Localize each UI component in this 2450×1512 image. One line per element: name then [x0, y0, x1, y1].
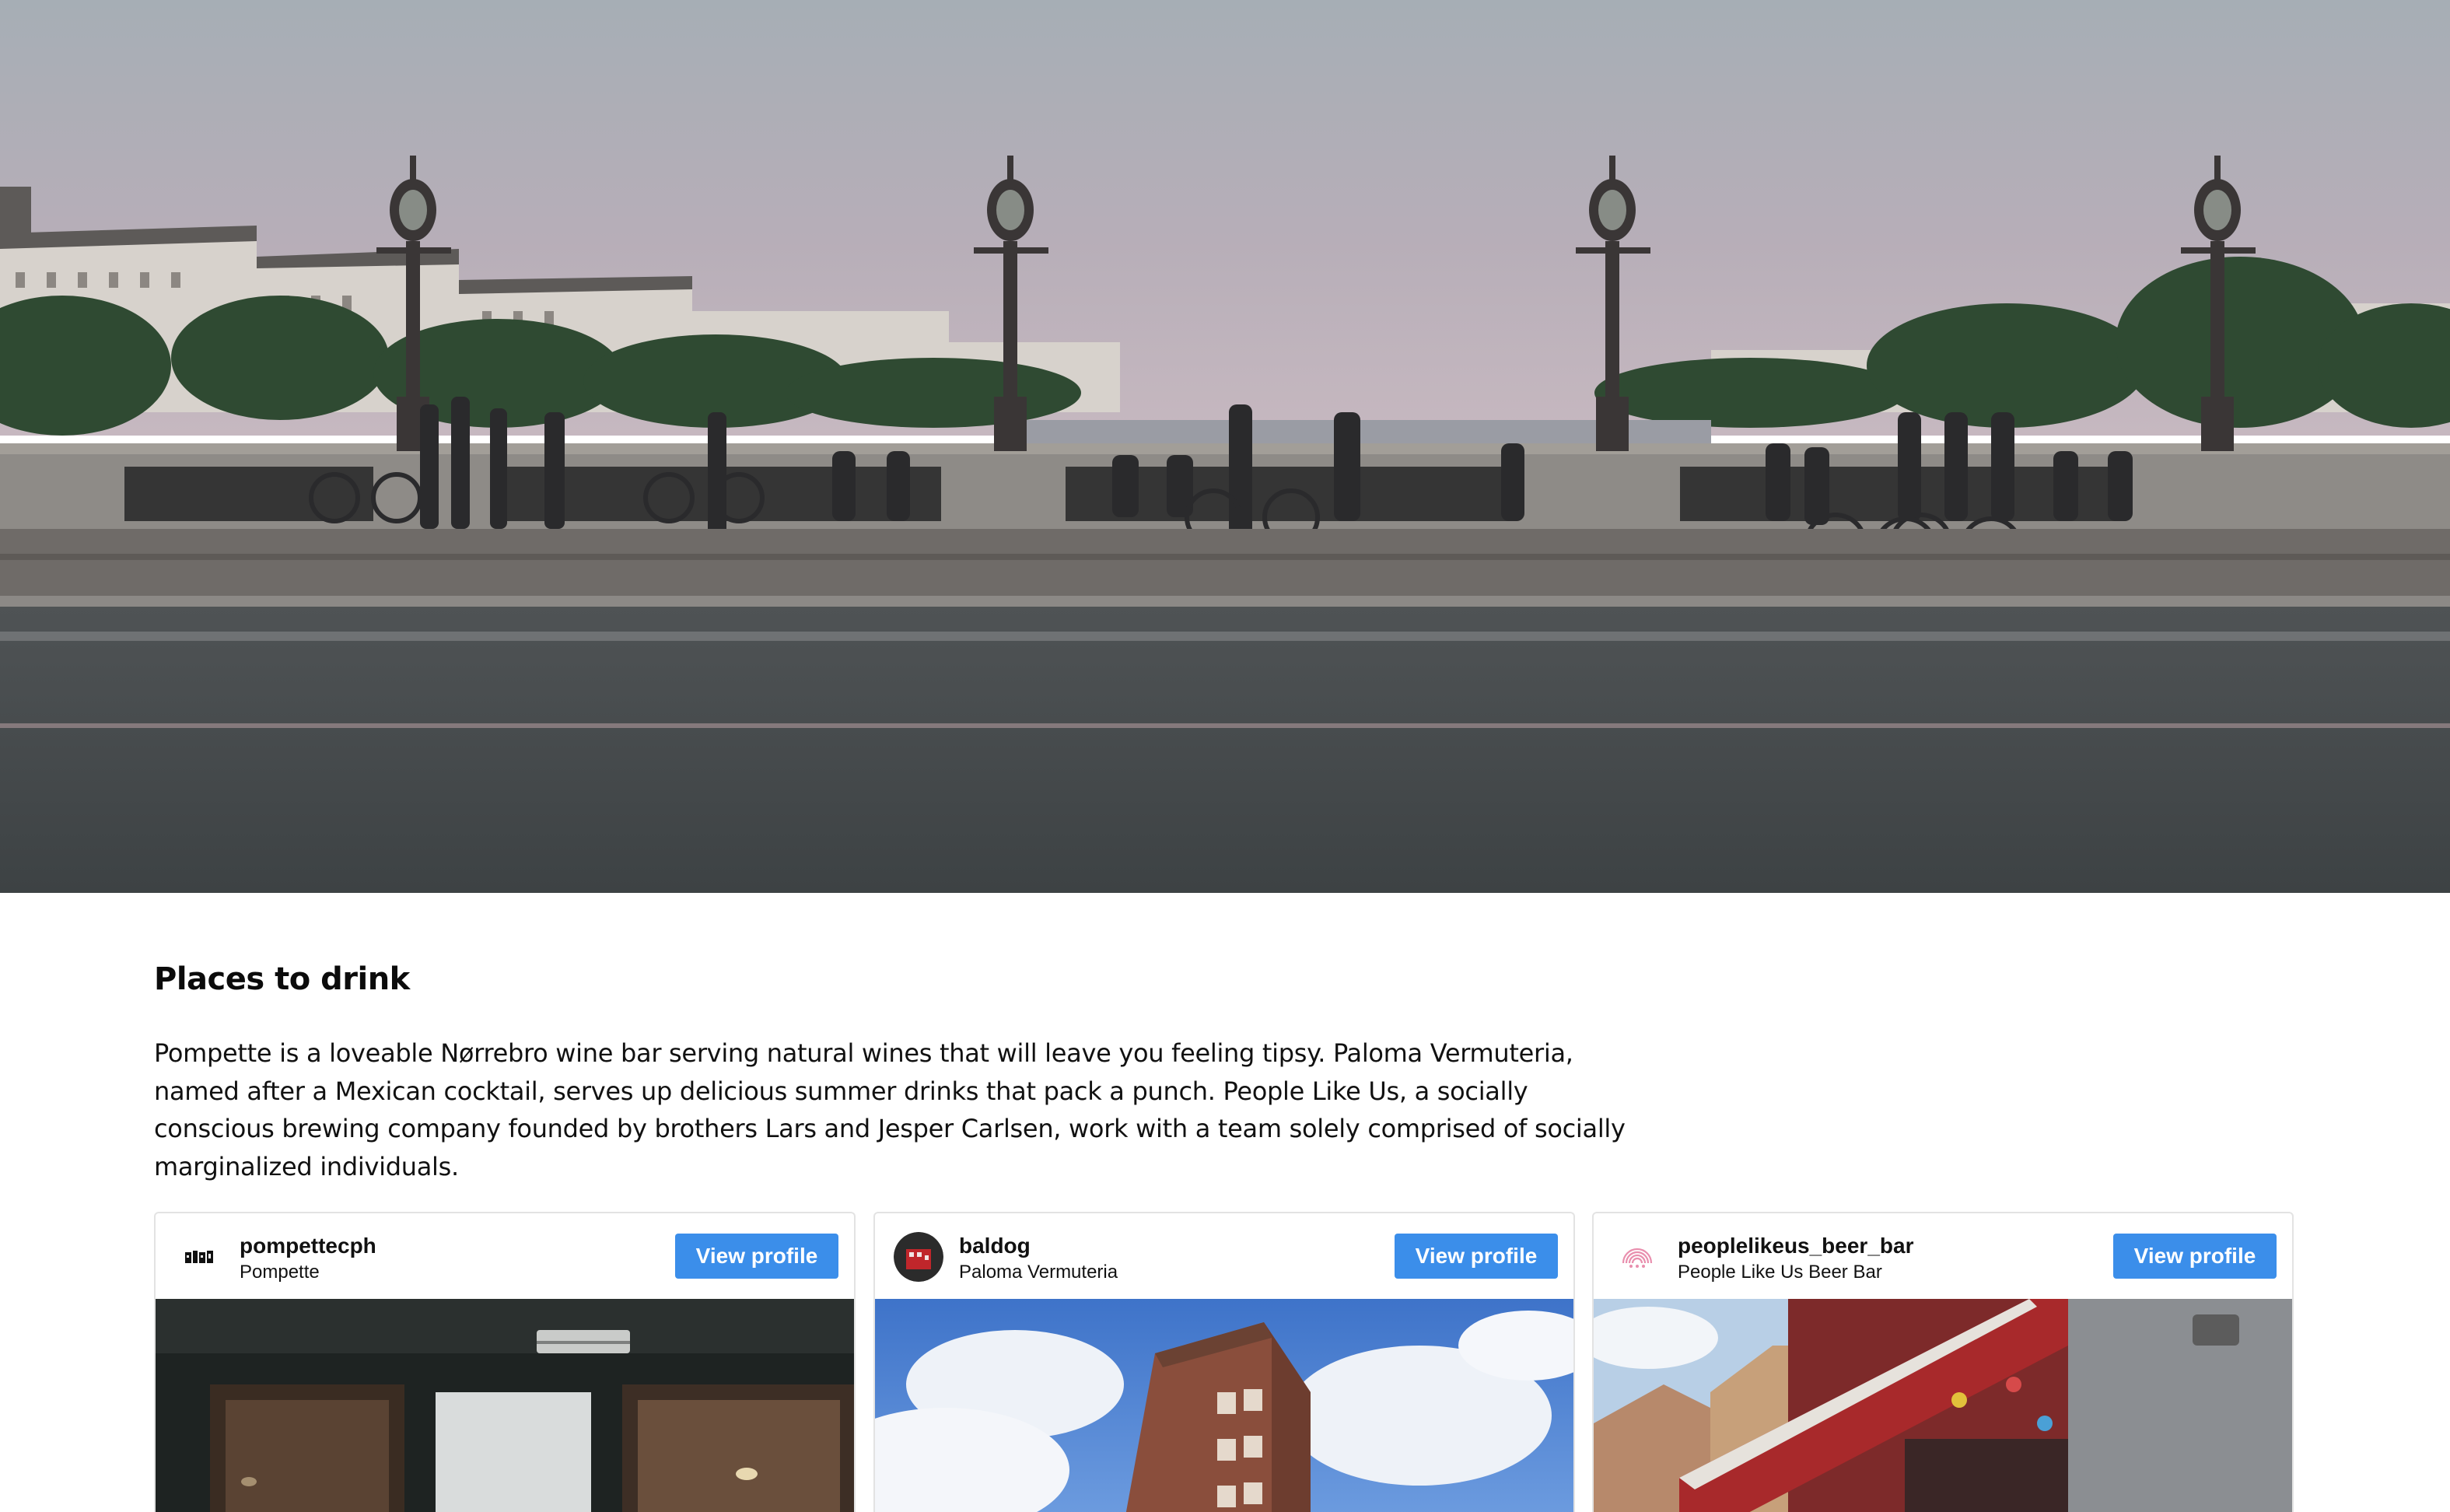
avatar[interactable]: [1612, 1232, 1662, 1282]
card-photo[interactable]: [156, 1299, 854, 1512]
card-photo[interactable]: [875, 1299, 1573, 1512]
card-username[interactable]: pompettecph: [240, 1234, 376, 1258]
building-photo: [875, 1299, 1573, 1512]
view-profile-button[interactable]: View profile: [1395, 1234, 1558, 1279]
card-display-name: People Like Us Beer Bar: [1678, 1262, 1882, 1283]
storefront-photo: [156, 1299, 854, 1512]
card-header: baldog Paloma Vermuteria View profile: [875, 1213, 1573, 1299]
instagram-card: baldog Paloma Vermuteria View profile: [873, 1212, 1575, 1512]
card-photo[interactable]: [1594, 1299, 2292, 1512]
card-username[interactable]: baldog: [959, 1234, 1031, 1258]
view-profile-button[interactable]: View profile: [2113, 1234, 2277, 1279]
card-header: peoplelikeus_beer_bar People Like Us Bee…: [1594, 1213, 2292, 1299]
avatar[interactable]: [894, 1232, 943, 1282]
view-profile-button[interactable]: View profile: [675, 1234, 838, 1279]
pompette-logo-icon: [174, 1232, 224, 1282]
card-display-name: Pompette: [240, 1262, 320, 1283]
card-display-name: Paloma Vermuteria: [959, 1262, 1118, 1283]
instagram-embeds: pompettecph Pompette View profile baldog…: [154, 1212, 2294, 1512]
instagram-card: pompettecph Pompette View profile: [154, 1212, 856, 1512]
instagram-card: peoplelikeus_beer_bar People Like Us Bee…: [1592, 1212, 2294, 1512]
section-description: Pompette is a loveable Nørrebro wine bar…: [154, 1038, 1626, 1181]
card-username[interactable]: peoplelikeus_beer_bar: [1678, 1234, 1913, 1258]
hero-bridge-photo: [0, 0, 2450, 893]
rainbow-logo-icon: [1612, 1232, 1662, 1282]
section-title: Places to drink: [154, 961, 410, 997]
card-header: pompettecph Pompette View profile: [156, 1213, 854, 1299]
street-photo: [1594, 1299, 2292, 1512]
baldog-avatar-icon: [894, 1232, 943, 1282]
hero-photo: [0, 0, 2450, 893]
avatar[interactable]: [174, 1232, 224, 1282]
